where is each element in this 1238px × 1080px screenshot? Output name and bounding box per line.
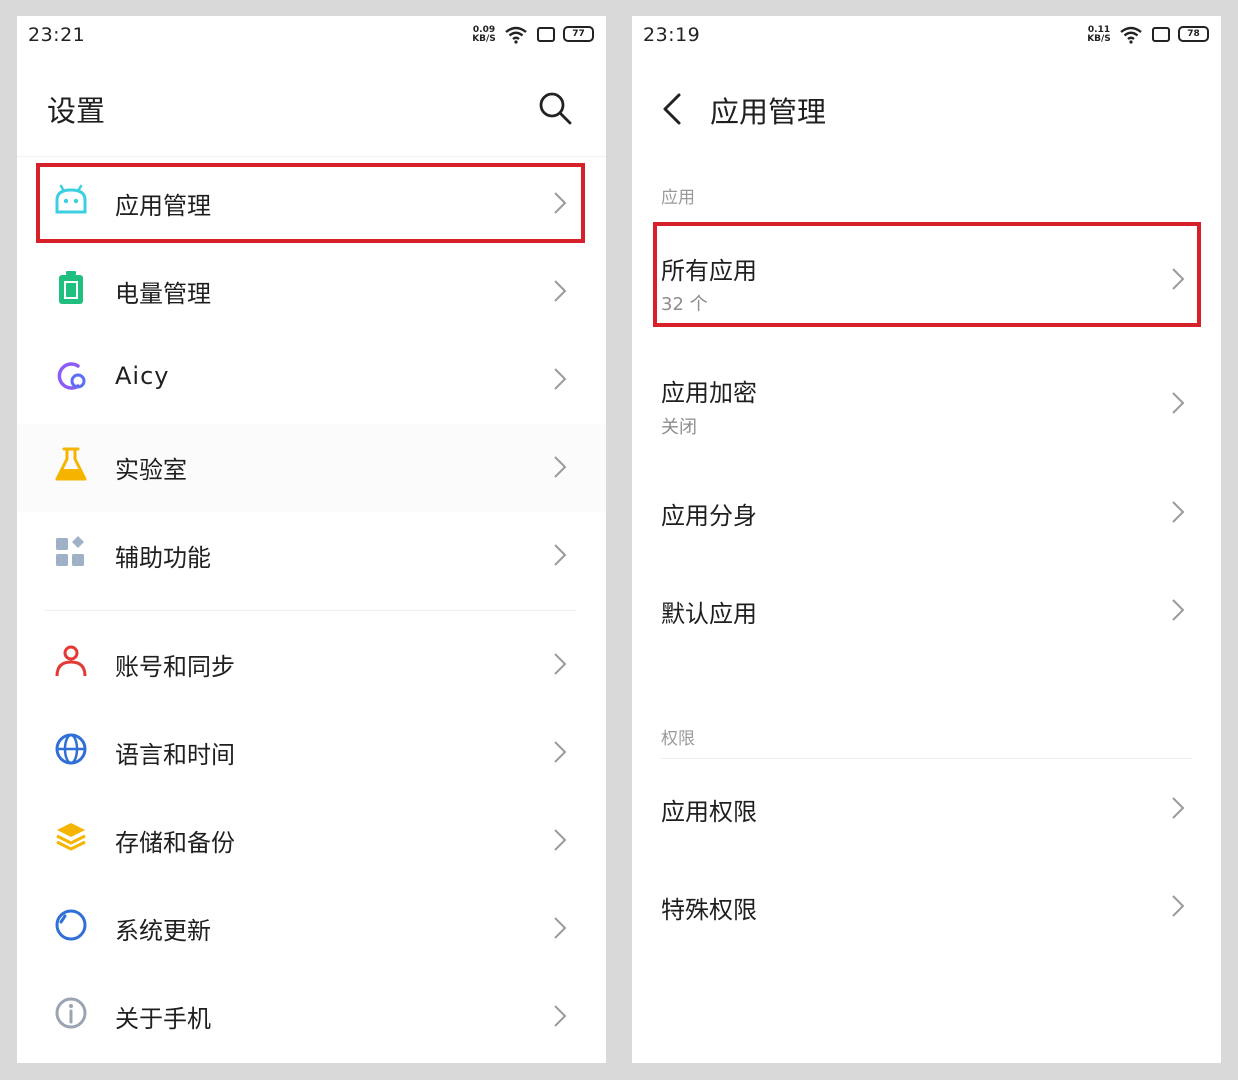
- chevron-right-icon: [554, 917, 567, 939]
- battery-icon: [59, 271, 83, 304]
- settings-item-label: 存储和备份: [115, 829, 235, 857]
- section-label-apps: 应用: [661, 188, 695, 208]
- settings-item-aicy[interactable]: Aicy: [17, 336, 606, 424]
- chevron-right-icon: [1172, 501, 1185, 523]
- search-icon[interactable]: [537, 90, 573, 126]
- highlight-box: [36, 163, 585, 243]
- battery-status-icon: 78: [1178, 26, 1209, 42]
- flask-icon: [55, 447, 87, 481]
- section-divider: [661, 758, 1192, 759]
- info-icon: [55, 997, 87, 1029]
- chevron-right-icon: [554, 544, 567, 566]
- menu-item-label: 应用权限: [661, 798, 757, 826]
- settings-item-label: 语言和时间: [115, 741, 235, 769]
- network-speed-unit: KB/S: [1087, 34, 1111, 44]
- header-divider: [17, 156, 606, 157]
- globe-icon: [55, 733, 87, 765]
- settings-item-system-update[interactable]: 系统更新: [17, 885, 606, 973]
- menu-item-app-clone[interactable]: 应用分身: [632, 466, 1221, 558]
- chevron-right-icon: [554, 456, 567, 478]
- chevron-right-icon: [1172, 895, 1185, 917]
- settings-item-storage-backup[interactable]: 存储和备份: [17, 797, 606, 885]
- battery-level: 78: [1187, 29, 1200, 39]
- chevron-right-icon: [554, 829, 567, 851]
- wifi-icon: [505, 26, 527, 44]
- settings-item-label: 账号和同步: [115, 653, 235, 681]
- section-label-permissions: 权限: [661, 729, 695, 749]
- person-icon: [55, 645, 87, 677]
- menu-item-app-permissions[interactable]: 应用权限: [632, 762, 1221, 854]
- section-divider: [45, 610, 577, 611]
- settings-item-account-sync[interactable]: 账号和同步: [17, 621, 606, 709]
- app-management-screen: 23:19 0.11 KB/S 78 应用管理 应用 所有应用 32 个 应用加…: [632, 16, 1221, 1063]
- menu-item-label: 默认应用: [661, 600, 757, 628]
- menu-item-subtitle: 关闭: [661, 417, 697, 438]
- wifi-icon: [1120, 26, 1142, 44]
- settings-screen: 23:21 0.09 KB/S 77 设置 应用管理 电量管理 Aicy 实验室…: [17, 16, 606, 1063]
- settings-item-lab[interactable]: 实验室: [17, 424, 606, 512]
- settings-item-label: Aicy: [115, 362, 170, 390]
- menu-item-app-lock[interactable]: 应用加密 关闭: [632, 348, 1221, 458]
- chevron-right-icon: [554, 1005, 567, 1027]
- chevron-right-icon: [554, 280, 567, 302]
- chevron-right-icon: [1172, 599, 1185, 621]
- page-title: 应用管理: [710, 95, 827, 129]
- chevron-right-icon: [1172, 797, 1185, 819]
- screen-icon: [1152, 27, 1170, 42]
- network-speed: 0.09 KB/S: [471, 26, 497, 44]
- settings-item-label: 电量管理: [115, 280, 211, 308]
- layers-icon: [56, 823, 86, 851]
- menu-item-label: 特殊权限: [661, 896, 757, 924]
- status-bar: 23:21 0.09 KB/S 77: [17, 16, 606, 56]
- menu-item-label: 应用分身: [661, 502, 757, 530]
- network-speed-unit: KB/S: [472, 34, 496, 44]
- status-icons: 0.11 KB/S 78: [1086, 24, 1211, 48]
- network-speed: 0.11 KB/S: [1086, 26, 1112, 44]
- aicy-icon: [57, 362, 86, 390]
- menu-item-default-apps[interactable]: 默认应用: [632, 564, 1221, 656]
- settings-item-label: 辅助功能: [115, 544, 211, 572]
- menu-item-label: 应用加密: [661, 379, 757, 407]
- grid-icon: [56, 536, 84, 566]
- screen-icon: [537, 27, 555, 42]
- battery-status-icon: 77: [563, 26, 594, 42]
- settings-item-label: 实验室: [115, 456, 187, 484]
- update-icon: [55, 909, 87, 941]
- menu-item-special-permissions[interactable]: 特殊权限: [632, 860, 1221, 952]
- chevron-right-icon: [1172, 392, 1185, 414]
- chevron-right-icon: [554, 741, 567, 763]
- chevron-right-icon: [554, 368, 567, 390]
- settings-item-battery[interactable]: 电量管理: [17, 248, 606, 336]
- page-title: 设置: [47, 94, 106, 128]
- status-bar: 23:19 0.11 KB/S 78: [632, 16, 1221, 56]
- chevron-right-icon: [554, 653, 567, 675]
- settings-item-about-phone[interactable]: 关于手机: [17, 973, 606, 1061]
- back-arrow-icon[interactable]: [660, 92, 686, 126]
- settings-item-accessibility[interactable]: 辅助功能: [17, 512, 606, 600]
- status-icons: 0.09 KB/S 77: [471, 24, 596, 48]
- highlight-box: [653, 222, 1201, 327]
- settings-item-label: 关于手机: [115, 1005, 211, 1033]
- status-time: 23:19: [643, 24, 701, 46]
- battery-level: 77: [572, 29, 585, 39]
- settings-item-language-time[interactable]: 语言和时间: [17, 709, 606, 797]
- status-time: 23:21: [28, 24, 86, 46]
- settings-item-label: 系统更新: [115, 917, 211, 945]
